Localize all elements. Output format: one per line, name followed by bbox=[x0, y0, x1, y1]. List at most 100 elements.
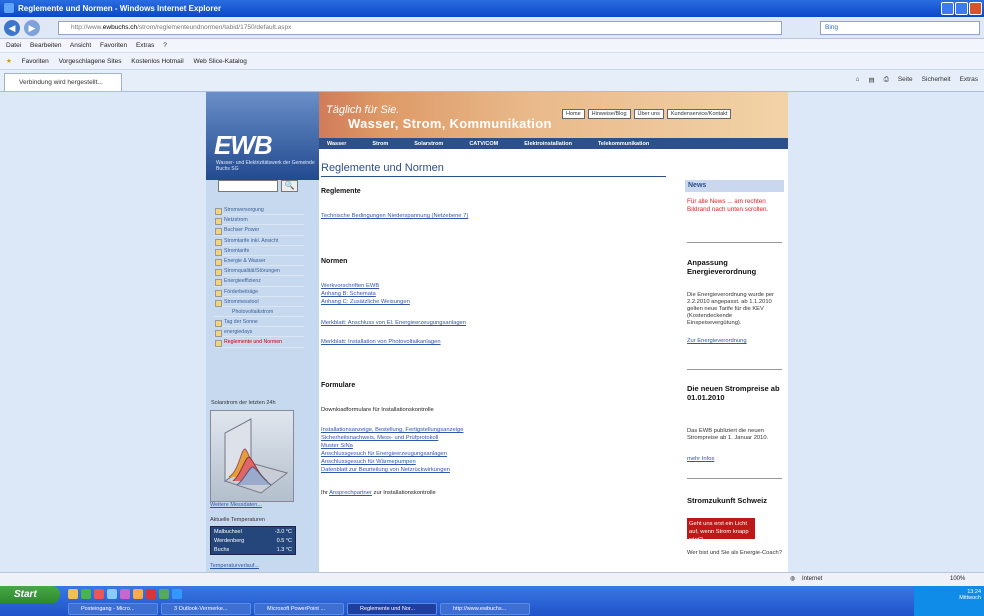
app-icon[interactable] bbox=[146, 589, 156, 599]
chart-more-link[interactable]: Weitere Messdaten... bbox=[210, 502, 262, 508]
sidebar-item[interactable]: Stromversorgung bbox=[214, 205, 304, 216]
toplink-home[interactable]: Home bbox=[562, 109, 585, 119]
cmd-security[interactable]: Sicherheit bbox=[922, 76, 951, 84]
solar-chart[interactable] bbox=[210, 410, 294, 502]
nav-strom[interactable]: Strom bbox=[372, 141, 388, 147]
menu-tools[interactable]: Extras bbox=[136, 42, 154, 49]
menu-favorites[interactable]: Favoriten bbox=[100, 42, 127, 49]
close-button[interactable] bbox=[969, 2, 982, 15]
task-outlook-2[interactable]: 3 Outlook-Vermerke... bbox=[161, 603, 251, 615]
search-input[interactable]: Bing bbox=[820, 21, 980, 35]
news-text: Die Energieverordnung wurde per 2.2.2010… bbox=[687, 292, 775, 326]
sidebar-item[interactable]: Strommesstool bbox=[214, 297, 304, 307]
home-icon[interactable]: ⌂ bbox=[856, 76, 860, 84]
start-button[interactable]: Start bbox=[0, 586, 60, 603]
temperature-more-link[interactable]: Temperaturverlauf... bbox=[210, 563, 259, 569]
nav-wasser[interactable]: Wasser bbox=[327, 141, 346, 147]
sidebar-item[interactable]: Stromqualität/Störungen bbox=[214, 266, 304, 277]
ewb-logo-block[interactable]: EWB Wasser- und Elektrizitätswerk der Ge… bbox=[206, 92, 319, 180]
ie-icon bbox=[4, 3, 14, 13]
task-ie-active[interactable]: Reglemente und Nor... bbox=[347, 603, 437, 615]
stromzukunft-banner[interactable]: Geht uns erst ein Licht auf, wenn Strom … bbox=[687, 518, 755, 543]
favorites-button[interactable]: Favoriten bbox=[22, 58, 49, 65]
nav-catv[interactable]: CATV/COM bbox=[469, 141, 498, 147]
sidebar-item[interactable]: Tag der Sonne bbox=[214, 317, 304, 328]
news-link[interactable]: mehr Infos bbox=[687, 456, 714, 462]
form-link[interactable]: Anschlussgesuch für Energieerzeugungsanl… bbox=[321, 451, 447, 457]
news-title: Stromzukunft Schweiz bbox=[687, 496, 768, 505]
zoom-level[interactable]: 100% bbox=[950, 573, 965, 586]
ewb-logo: EWB bbox=[214, 130, 273, 160]
app-icon[interactable] bbox=[159, 589, 169, 599]
divider bbox=[687, 242, 782, 243]
link-merkblatt-eea[interactable]: Merkblatt: Anschluss von El. Energieerze… bbox=[321, 320, 466, 326]
heading-formulare: Formulare bbox=[321, 382, 356, 389]
fav-item-suggested[interactable]: Vorgeschlagene Sites bbox=[59, 58, 122, 65]
sidebar-item[interactable]: Netzstrom bbox=[214, 215, 304, 226]
app-icon[interactable] bbox=[81, 589, 91, 599]
site-search-input[interactable] bbox=[218, 180, 278, 192]
sidebar-item[interactable]: energiedays bbox=[214, 327, 304, 338]
sidebar-item[interactable]: Energie & Wasser bbox=[214, 256, 304, 267]
maximize-button[interactable] bbox=[955, 2, 968, 15]
main-content: Reglemente und Normen Reglemente Technis… bbox=[319, 152, 673, 572]
fav-item-webslice[interactable]: Web Slice-Katalog bbox=[193, 58, 246, 65]
print-icon[interactable]: ⎙ bbox=[884, 76, 889, 84]
cmd-page[interactable]: Seite bbox=[898, 76, 913, 84]
minimize-button[interactable] bbox=[941, 2, 954, 15]
sidebar-item[interactable]: Stromtarife inkl. Ansicht bbox=[214, 236, 304, 246]
cmd-tools[interactable]: Extras bbox=[960, 76, 978, 84]
link-anhang-b[interactable]: Anhang B: Schemata bbox=[321, 291, 376, 297]
search-button[interactable]: 🔍 bbox=[281, 180, 298, 192]
task-outlook[interactable]: Posteingang - Micro... bbox=[68, 603, 158, 615]
back-button[interactable]: ◀ bbox=[4, 20, 20, 36]
menu-view[interactable]: Ansicht bbox=[70, 42, 91, 49]
sidebar-item[interactable]: Stromtarife bbox=[214, 246, 304, 256]
sidebar-item[interactable]: Energieeffizienz bbox=[214, 276, 304, 287]
app-icon[interactable] bbox=[120, 589, 130, 599]
heading-reglemente: Reglemente bbox=[321, 188, 361, 195]
link-tab[interactable]: Technische Bedingungen Niederspannung (N… bbox=[321, 213, 468, 219]
task-powerpoint[interactable]: Microsoft PowerPoint ... bbox=[254, 603, 344, 615]
task-buttons: Posteingang - Micro... 3 Outlook-Vermerk… bbox=[68, 603, 530, 615]
app-icon[interactable] bbox=[172, 589, 182, 599]
form-link[interactable]: Datenblatt zur Beurteilung von Netzrückw… bbox=[321, 467, 450, 473]
nav-elektro[interactable]: Elektroinstallation bbox=[524, 141, 572, 147]
app-icon[interactable] bbox=[133, 589, 143, 599]
toplink-blog[interactable]: Hinweise/Blog bbox=[587, 109, 631, 119]
fav-item-hotmail[interactable]: Kostenlos Hotmail bbox=[131, 58, 183, 65]
link-anhang-c[interactable]: Anhang C: Zusätzliche Weisungen bbox=[321, 299, 410, 305]
app-icon[interactable] bbox=[107, 589, 117, 599]
menu-edit[interactable]: Bearbeiten bbox=[30, 42, 61, 49]
forward-button[interactable]: ▶ bbox=[24, 20, 40, 36]
feeds-icon[interactable]: ▤ bbox=[868, 76, 874, 84]
form-link[interactable]: Anschlussgesuch für Wärmepumpen bbox=[321, 459, 416, 465]
system-tray: 13:24 Mittwoch bbox=[914, 586, 984, 616]
toplink-about[interactable]: Über uns bbox=[633, 109, 664, 119]
menu-file[interactable]: Datei bbox=[6, 42, 21, 49]
form-link[interactable]: Sicherheitsnachweis, Mess- und Prüfproto… bbox=[321, 435, 438, 441]
menu-help[interactable]: ? bbox=[163, 42, 167, 49]
address-input[interactable]: http://www.ewbuchs.ch/strom/reglementeun… bbox=[58, 21, 782, 35]
link-merkblatt-pv[interactable]: Merkblatt: Installation von Photovoltaik… bbox=[321, 339, 441, 345]
nav-telekom[interactable]: Telekommunikation bbox=[598, 141, 649, 147]
solar-chart-label: Solarstrom der letzten 24h bbox=[211, 400, 276, 406]
contact-link[interactable]: Ansprechpartner bbox=[329, 490, 372, 496]
toplink-contact[interactable]: Kundenservice/Kontakt bbox=[666, 109, 732, 119]
taskbar: Start Posteingang - Micro... 3 Outlook-V… bbox=[0, 586, 984, 616]
sidebar-item[interactable]: Buchser Power bbox=[214, 225, 304, 236]
left-sidebar: 🔍 Stromversorgung Netzstrom Buchser Power S… bbox=[206, 180, 319, 572]
news-link[interactable]: Zur Energieverordnung bbox=[687, 338, 747, 344]
task-ie-2[interactable]: http://www.ewbuchs... bbox=[440, 603, 530, 615]
app-icon[interactable] bbox=[68, 589, 78, 599]
nav-solarstrom[interactable]: Solarstrom bbox=[414, 141, 443, 147]
form-link[interactable]: Muster SiNa bbox=[321, 443, 353, 449]
sidebar-item[interactable]: Photovoltaikstrom bbox=[214, 307, 304, 318]
menu-bar: Datei Bearbeiten Ansicht Favoriten Extra… bbox=[0, 39, 984, 52]
form-link[interactable]: Installationsanzeige, Bestellung, Fertig… bbox=[321, 427, 463, 433]
link-werkvorschriften[interactable]: Werkvorschriften EWB bbox=[321, 283, 379, 289]
app-icon[interactable] bbox=[94, 589, 104, 599]
tab-current[interactable]: Verbindung wird hergestellt... bbox=[4, 73, 122, 91]
sidebar-item[interactable]: Reglemente und Normen bbox=[214, 337, 304, 348]
sidebar-item[interactable]: Förderbeiträge bbox=[214, 287, 304, 297]
